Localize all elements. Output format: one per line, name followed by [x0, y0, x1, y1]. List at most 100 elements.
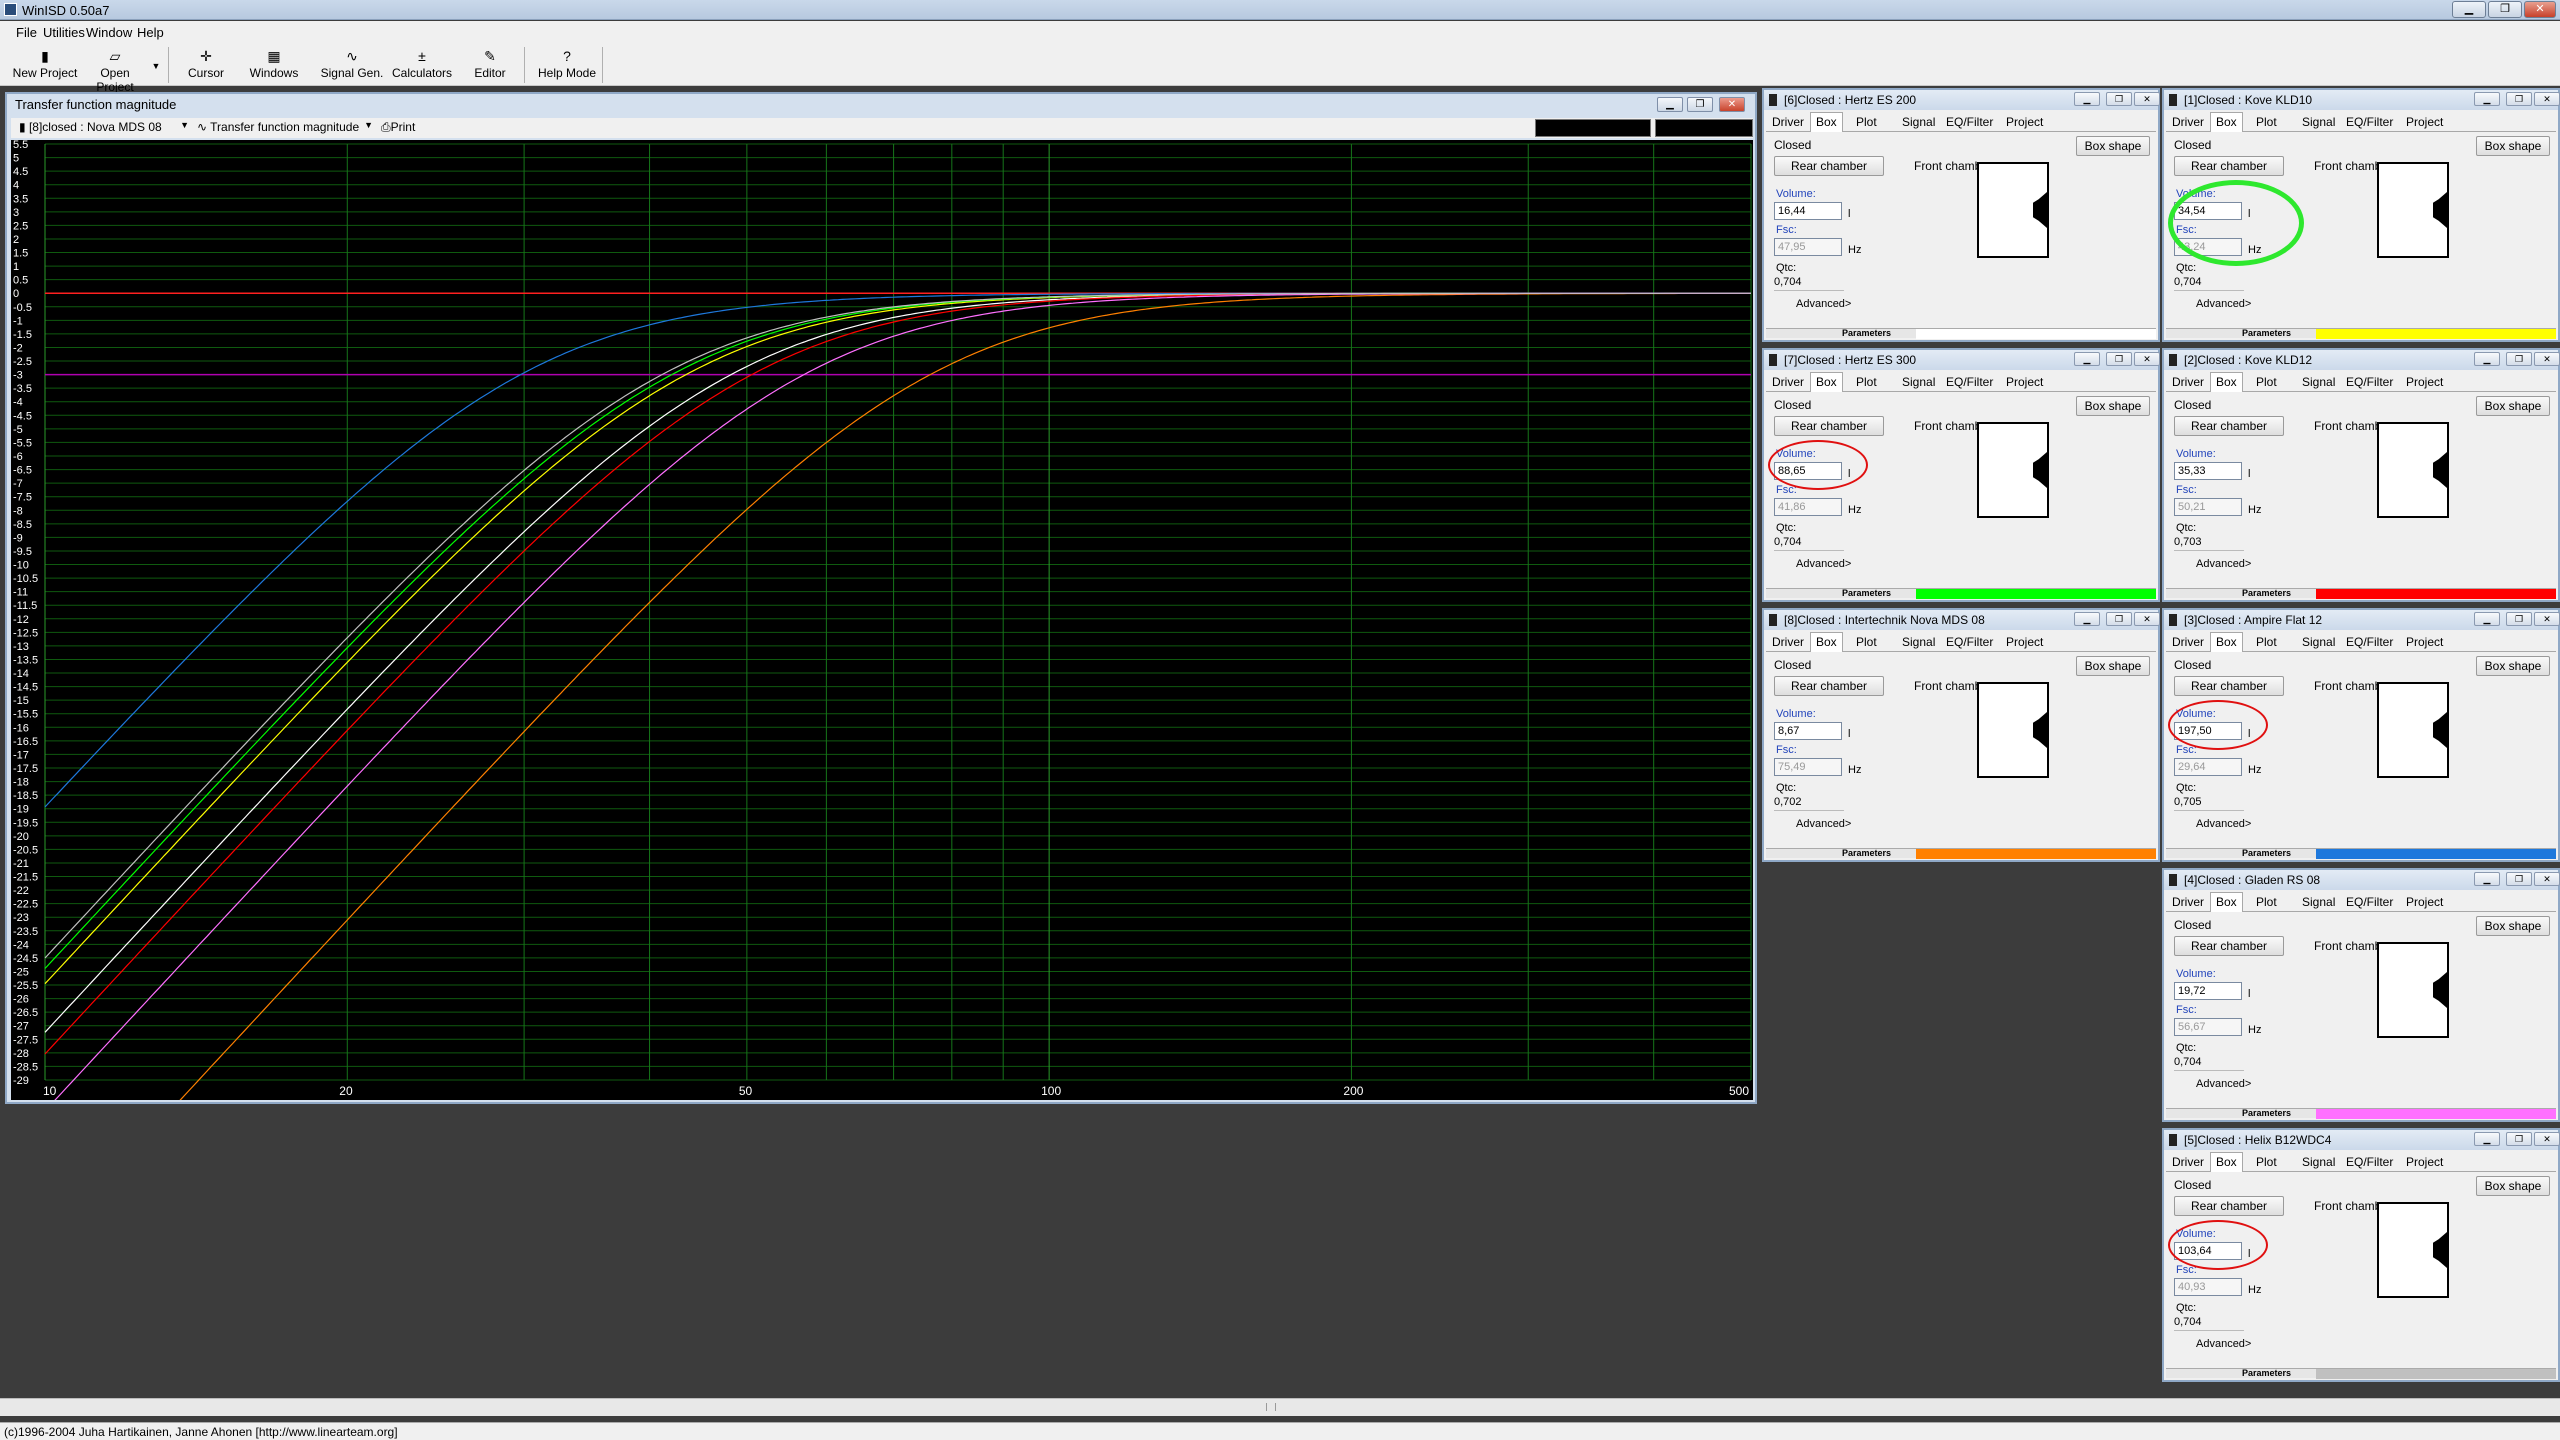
tab-project[interactable]: Project [2006, 375, 2043, 389]
tab-signal[interactable]: Signal [2302, 635, 2335, 649]
panel-restore-button[interactable]: ❐ [2106, 612, 2132, 626]
transfer-function-chart[interactable]: 5.5 54.5 43.5 32.5 2 1.51 0.50 -0.5-1 -1.5-2 -2.5… [11, 140, 1753, 1100]
tab-driver[interactable]: Driver [1772, 375, 1804, 389]
parameters-bar[interactable]: Parameters [2166, 1368, 2556, 1379]
graph-type-select[interactable]: ∿ Transfer function magnitude ▼ [197, 120, 373, 136]
tab-box[interactable]: Box [2210, 632, 2243, 652]
editor-button[interactable]: ✎ Editor [470, 46, 510, 84]
panel-close-button[interactable]: ✕ [2134, 612, 2160, 626]
tab-driver[interactable]: Driver [2172, 1155, 2204, 1169]
tab-signal[interactable]: Signal [1902, 115, 1935, 129]
panel-close-button[interactable]: ✕ [2534, 352, 2560, 366]
volume-field[interactable]: 197,50 [2174, 722, 2242, 740]
curve-color-swatch[interactable] [1916, 849, 2156, 859]
tab-driver[interactable]: Driver [2172, 635, 2204, 649]
tab-box[interactable]: Box [1810, 112, 1843, 132]
tab-box[interactable]: Box [2210, 1152, 2243, 1172]
curve-color-swatch[interactable] [2316, 329, 2556, 339]
restore-window-button[interactable]: ❐ [2488, 1, 2522, 18]
tab-project[interactable]: Project [2406, 375, 2443, 389]
tab-eq-filter[interactable]: EQ/Filter [2346, 635, 2393, 649]
rear-chamber-tab[interactable]: Rear chamber [2174, 416, 2284, 436]
open-project-dropdown[interactable]: ▼ [150, 46, 162, 84]
panel-minimize-button[interactable]: ▁ [2074, 92, 2100, 106]
curve-color-swatch[interactable] [2316, 1109, 2556, 1119]
advanced-button[interactable]: Advanced> [1796, 298, 1851, 310]
calculators-button[interactable]: ± Calculators [390, 46, 454, 84]
tab-driver[interactable]: Driver [1772, 635, 1804, 649]
tab-plot[interactable]: Plot [1856, 635, 1877, 649]
curve-color-swatch[interactable] [1916, 329, 2156, 339]
parameters-bar[interactable]: Parameters [1766, 328, 2156, 339]
horizontal-scrollbar[interactable] [0, 1398, 2560, 1416]
tab-driver[interactable]: Driver [1772, 115, 1804, 129]
volume-field[interactable]: 19,72 [2174, 982, 2242, 1000]
print-button[interactable]: ⎙Print [381, 120, 427, 136]
box-shape-button[interactable]: Box shape [2476, 1176, 2550, 1196]
panel-close-button[interactable]: ✕ [2534, 612, 2560, 626]
panel-minimize-button[interactable]: ▁ [2474, 352, 2500, 366]
tab-plot[interactable]: Plot [1856, 375, 1877, 389]
menu-help[interactable]: Help [137, 25, 164, 40]
panel-restore-button[interactable]: ❐ [2506, 872, 2532, 886]
box-shape-button[interactable]: Box shape [2076, 396, 2150, 416]
tab-box[interactable]: Box [2210, 372, 2243, 392]
panel-close-button[interactable]: ✕ [2134, 92, 2160, 106]
panel-close-button[interactable]: ✕ [2534, 92, 2560, 106]
rear-chamber-tab[interactable]: Rear chamber [2174, 156, 2284, 176]
graph-minimize-button[interactable]: ▁ [1657, 97, 1683, 112]
advanced-button[interactable]: Advanced> [2196, 298, 2251, 310]
advanced-button[interactable]: Advanced> [1796, 818, 1851, 830]
panel-restore-button[interactable]: ❐ [2506, 612, 2532, 626]
new-project-button[interactable]: ▮ New Project [12, 46, 78, 84]
tab-project[interactable]: Project [2006, 115, 2043, 129]
tab-signal[interactable]: Signal [2302, 375, 2335, 389]
rear-chamber-tab[interactable]: Rear chamber [1774, 416, 1884, 436]
tab-plot[interactable]: Plot [2256, 1155, 2277, 1169]
advanced-button[interactable]: Advanced> [1796, 558, 1851, 570]
signal-gen-button[interactable]: ∿ Signal Gen. [320, 46, 384, 84]
advanced-button[interactable]: Advanced> [2196, 1078, 2251, 1090]
tab-project[interactable]: Project [2406, 895, 2443, 909]
rear-chamber-tab[interactable]: Rear chamber [1774, 156, 1884, 176]
advanced-button[interactable]: Advanced> [2196, 558, 2251, 570]
panel-minimize-button[interactable]: ▁ [2074, 612, 2100, 626]
close-window-button[interactable]: ✕ [2524, 1, 2556, 18]
box-shape-button[interactable]: Box shape [2476, 136, 2550, 156]
advanced-button[interactable]: Advanced> [2196, 1338, 2251, 1350]
volume-field[interactable]: 35,33 [2174, 462, 2242, 480]
tab-box[interactable]: Box [1810, 632, 1843, 652]
tab-project[interactable]: Project [2406, 1155, 2443, 1169]
open-project-button[interactable]: ▱ Open Project [80, 46, 150, 94]
parameters-bar[interactable]: Parameters [1766, 588, 2156, 599]
parameters-bar[interactable]: Parameters [2166, 848, 2556, 859]
tab-eq-filter[interactable]: EQ/Filter [1946, 635, 1993, 649]
parameters-bar[interactable]: Parameters [2166, 588, 2556, 599]
tab-driver[interactable]: Driver [2172, 115, 2204, 129]
tab-plot[interactable]: Plot [2256, 895, 2277, 909]
tab-signal[interactable]: Signal [2302, 895, 2335, 909]
tab-eq-filter[interactable]: EQ/Filter [2346, 895, 2393, 909]
tab-driver[interactable]: Driver [2172, 895, 2204, 909]
tab-box[interactable]: Box [2210, 112, 2243, 132]
panel-restore-button[interactable]: ❐ [2506, 1132, 2532, 1146]
parameters-bar[interactable]: Parameters [2166, 328, 2556, 339]
rear-chamber-tab[interactable]: Rear chamber [2174, 936, 2284, 956]
panel-close-button[interactable]: ✕ [2534, 872, 2560, 886]
minimize-window-button[interactable]: ▁ [2452, 1, 2486, 18]
volume-field[interactable]: 16,44 [1774, 202, 1842, 220]
curve-color-swatch[interactable] [2316, 849, 2556, 859]
tab-project[interactable]: Project [2406, 115, 2443, 129]
tab-plot[interactable]: Plot [1856, 115, 1877, 129]
tab-driver[interactable]: Driver [2172, 375, 2204, 389]
tab-signal[interactable]: Signal [1902, 375, 1935, 389]
panel-restore-button[interactable]: ❐ [2506, 352, 2532, 366]
tab-project[interactable]: Project [2406, 635, 2443, 649]
panel-restore-button[interactable]: ❐ [2106, 352, 2132, 366]
menu-window[interactable]: Window [86, 25, 132, 40]
tab-box[interactable]: Box [1810, 372, 1843, 392]
windows-button[interactable]: ▦ Windows [248, 46, 300, 84]
box-shape-button[interactable]: Box shape [2476, 656, 2550, 676]
tab-box[interactable]: Box [2210, 892, 2243, 912]
tab-plot[interactable]: Plot [2256, 635, 2277, 649]
